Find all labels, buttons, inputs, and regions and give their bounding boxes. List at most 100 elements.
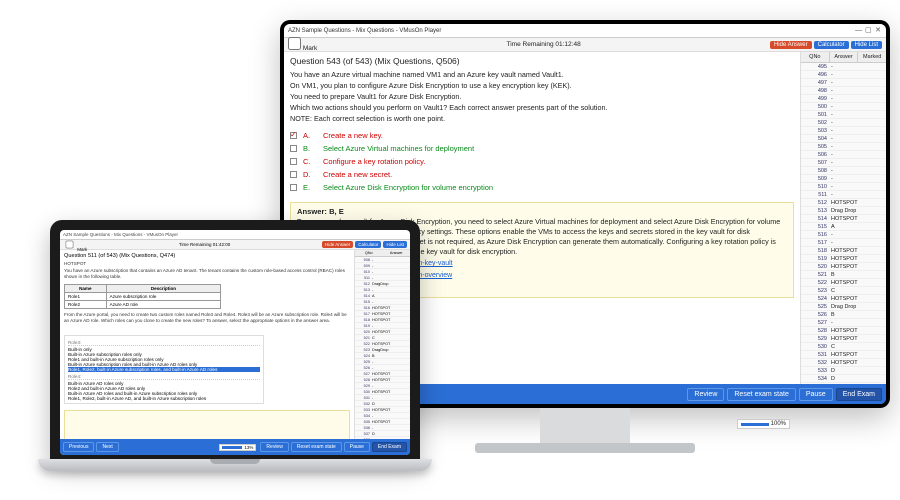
time-remaining: Time Remaining 01:42:00	[179, 242, 230, 247]
sidebar-row[interactable]: 501-	[801, 111, 886, 119]
choice-row[interactable]: C.Configure a key rotation policy.	[290, 155, 794, 168]
calculator-button[interactable]: Calculator	[355, 241, 381, 248]
laptop-screen: AZN Sample Questions - Mix Questions - V…	[60, 230, 410, 455]
next-button[interactable]: Next	[96, 442, 118, 452]
dropdown-option[interactable]: Role1, Role2, built-in Azure subscriptio…	[68, 367, 260, 372]
checkbox-icon[interactable]	[290, 145, 297, 152]
calculator-button[interactable]: Calculator	[814, 41, 849, 49]
sidebar-row[interactable]: 503-	[801, 127, 886, 135]
hide-answer-button[interactable]: Hide Answer	[770, 41, 812, 49]
maximize-icon[interactable]: ▢	[864, 27, 872, 35]
sidebar-row[interactable]: 524HOTSPOT	[801, 295, 886, 303]
question-heading: Question 543 (of 543) (Mix Questions, Q5…	[290, 56, 794, 66]
sidebar-row[interactable]: 498-	[801, 87, 886, 95]
minimize-icon[interactable]: —	[855, 27, 863, 35]
exam-toolbar: Mark Time Remaining 01:12:48 Hide Answer…	[284, 38, 886, 52]
dropdown-group-2[interactable]: Built-in Azure AD roles onlyRole2 and bu…	[68, 381, 260, 401]
choice-row[interactable]: B.Select Azure Virtual machines for depl…	[290, 142, 794, 155]
progress-bar	[222, 446, 242, 449]
sidebar-row[interactable]: 515A	[801, 223, 886, 231]
sidebar-row[interactable]: 508-	[801, 167, 886, 175]
previous-button[interactable]: Previous	[63, 442, 94, 452]
question-list-sidebar: QNo Answer 508-509-510-511-512DragDrop51…	[354, 250, 410, 439]
sidebar-row[interactable]: 528HOTSPOT	[801, 327, 886, 335]
pause-button[interactable]: Pause	[799, 388, 833, 401]
sidebar-row[interactable]: 533D	[801, 367, 886, 375]
sidebar-row[interactable]: 495-	[801, 63, 886, 71]
checkbox-icon[interactable]	[290, 184, 297, 191]
sidebar-row[interactable]: 519HOTSPOT	[801, 255, 886, 263]
dropdown-option[interactable]: Role1, Role2, built-in Azure AD, and bui…	[68, 396, 260, 401]
hide-list-button[interactable]: Hide List	[851, 41, 882, 49]
sidebar-row[interactable]: 497-	[801, 79, 886, 87]
choice-row[interactable]: A.Create a new key.	[290, 129, 794, 142]
sidebar-row[interactable]: 523C	[801, 287, 886, 295]
sidebar-row[interactable]: 522HOTSPOT	[801, 279, 886, 287]
sidebar-row[interactable]: 510-	[801, 183, 886, 191]
sidebar-row[interactable]: 496-	[801, 71, 886, 79]
checkbox-icon[interactable]	[290, 171, 297, 178]
laptop-device: AZN Sample Questions - Mix Questions - V…	[50, 220, 420, 471]
sidebar-row[interactable]: 511-	[801, 191, 886, 199]
hotspot-dropdown[interactable]: Role3: Built-in onlyBuilt-in Azure subsc…	[64, 335, 264, 404]
close-icon[interactable]: ✕	[874, 27, 882, 35]
dropdown-group-label: Role4:	[68, 374, 260, 380]
hide-list-button[interactable]: Hide List	[383, 241, 407, 248]
sidebar-row[interactable]: 505-	[801, 143, 886, 151]
exam-toolbar: Mark Time Remaining 01:42:00 Hide Answer…	[60, 240, 410, 250]
dropdown-group-label: Role3:	[68, 340, 260, 346]
sidebar-row[interactable]: 512HOTSPOT	[801, 199, 886, 207]
laptop-base	[38, 459, 432, 471]
review-button[interactable]: Review	[260, 442, 288, 452]
time-remaining: Time Remaining 01:12:48	[507, 41, 581, 48]
sidebar-row[interactable]: 530C	[801, 343, 886, 351]
reset-button[interactable]: Reset exam state	[727, 388, 795, 401]
sidebar-row[interactable]: 532HOTSPOT	[801, 359, 886, 367]
sidebar-row[interactable]: 518HOTSPOT	[801, 247, 886, 255]
choice-text: Create a new key.	[323, 131, 383, 140]
choice-row[interactable]: E.Select Azure Disk Encryption for volum…	[290, 181, 794, 194]
sidebar-row[interactable]: 521B	[801, 271, 886, 279]
sidebar-row[interactable]: 527-	[801, 319, 886, 327]
pause-button[interactable]: Pause	[344, 442, 370, 452]
sidebar-row[interactable]: 517-	[801, 239, 886, 247]
checkbox-icon[interactable]	[290, 132, 297, 139]
dropdown-group-1[interactable]: Built-in onlyBuilt-in Azure subscription…	[68, 347, 260, 372]
answer-title: Answer: B, E	[297, 207, 344, 216]
hide-answer-button[interactable]: Hide Answer	[322, 241, 353, 248]
checkbox-icon[interactable]	[290, 158, 297, 165]
mark-checkbox[interactable]: Mark	[288, 37, 317, 52]
sidebar-row[interactable]: 525Drag Drop	[801, 303, 886, 311]
window-title: AZN Sample Questions - Mix Questions - V…	[63, 232, 178, 237]
sidebar-row[interactable]: 514HOTSPOT	[801, 215, 886, 223]
choice-text: Select Azure Virtual machines for deploy…	[323, 144, 474, 153]
sidebar-rows[interactable]: 508-509-510-511-512DragDrop513-514A515-5…	[355, 257, 410, 439]
reset-button[interactable]: Reset exam state	[291, 442, 342, 452]
sidebar-row[interactable]: 507-	[801, 159, 886, 167]
question-intro: You have an Azure subscription that cont…	[64, 268, 350, 281]
review-button[interactable]: Review	[687, 388, 724, 401]
sidebar-header: QNo Answer	[355, 250, 410, 257]
end-exam-button[interactable]: End Exam	[372, 442, 407, 452]
sidebar-row[interactable]: 504-	[801, 135, 886, 143]
sidebar-row[interactable]: 531HOTSPOT	[801, 351, 886, 359]
choice-letter: D.	[303, 170, 317, 179]
exam-footer: Previous Next 13% Review Reset exam stat…	[60, 439, 410, 455]
sidebar-row[interactable]: 534D	[801, 375, 886, 383]
sidebar-row[interactable]: 529HOTSPOT	[801, 335, 886, 343]
sidebar-row[interactable]: 520HOTSPOT	[801, 263, 886, 271]
sidebar-row[interactable]: 513Drag Drop	[801, 207, 886, 215]
sidebar-row[interactable]: 500-	[801, 103, 886, 111]
sidebar-row[interactable]: 516-	[801, 231, 886, 239]
end-exam-button[interactable]: End Exam	[836, 388, 882, 401]
sidebar-rows[interactable]: 495-496-497-498-499-500-501-502-503-504-…	[801, 63, 886, 384]
window-titlebar: AZN Sample Questions - Mix Questions - V…	[284, 24, 886, 38]
choice-row[interactable]: D.Create a new secret.	[290, 168, 794, 181]
sidebar-row[interactable]: 526B	[801, 311, 886, 319]
sidebar-row[interactable]: 509-	[801, 175, 886, 183]
question-note: From the Azure portal, you need to creat…	[64, 312, 350, 325]
sidebar-row[interactable]: 499-	[801, 95, 886, 103]
question-stem: You have an Azure virtual machine named …	[290, 70, 794, 125]
sidebar-row[interactable]: 506-	[801, 151, 886, 159]
sidebar-row[interactable]: 502-	[801, 119, 886, 127]
